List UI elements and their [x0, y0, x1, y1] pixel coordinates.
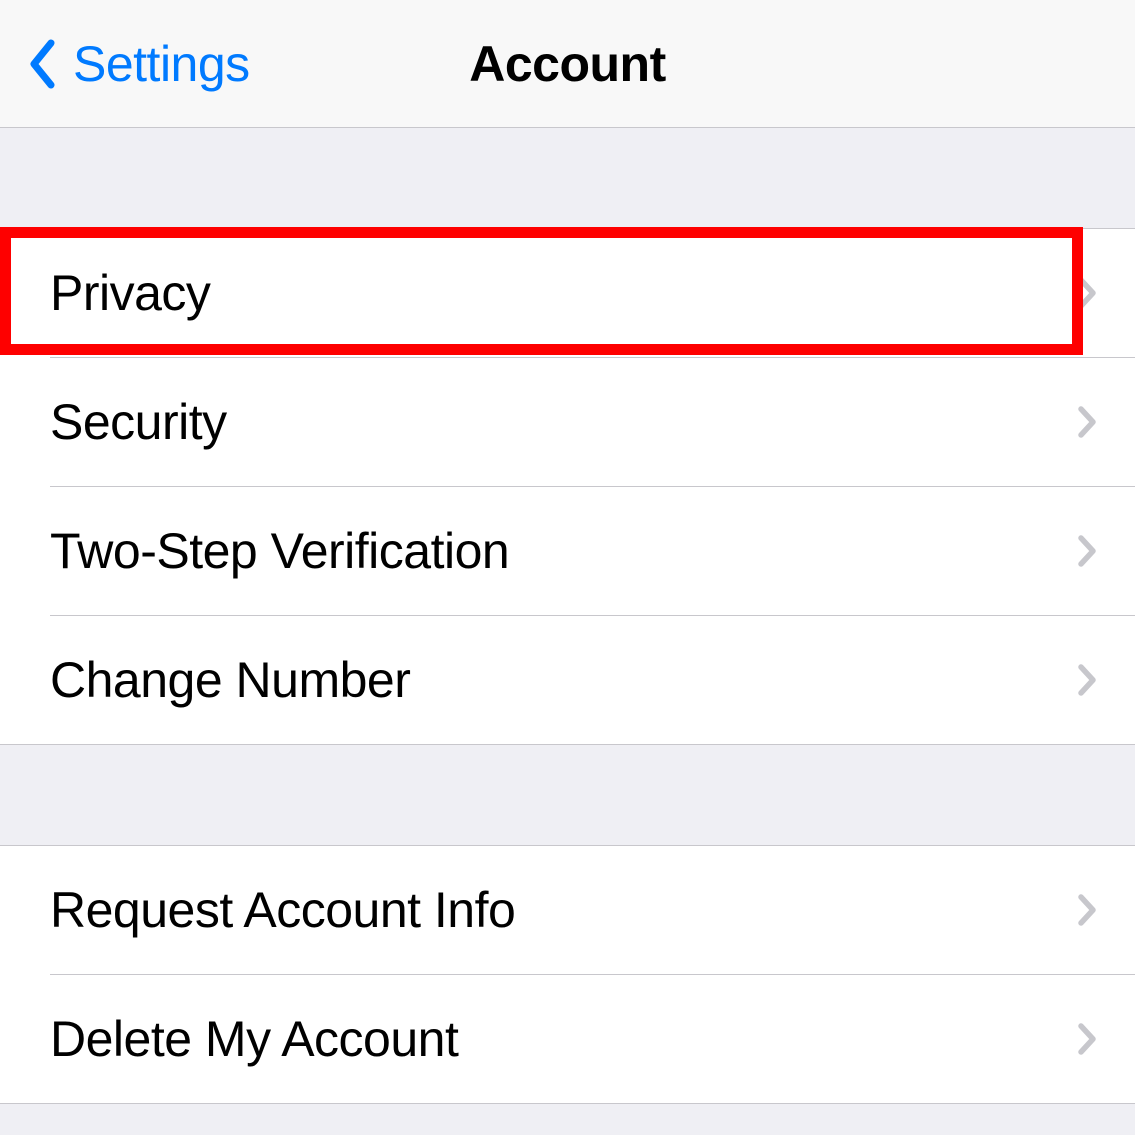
- navigation-header: Settings Account: [0, 0, 1135, 128]
- row-label: Security: [50, 393, 227, 451]
- row-label: Change Number: [50, 651, 410, 709]
- row-label: Delete My Account: [50, 1010, 458, 1068]
- chevron-right-icon: [1077, 1022, 1097, 1056]
- chevron-right-icon: [1077, 534, 1097, 568]
- row-label: Two-Step Verification: [50, 522, 509, 580]
- chevron-right-icon: [1077, 893, 1097, 927]
- chevron-left-icon: [28, 39, 55, 89]
- row-delete-my-account[interactable]: Delete My Account: [0, 975, 1135, 1103]
- row-label: Request Account Info: [50, 881, 515, 939]
- settings-group-2: Request Account Info Delete My Account: [0, 845, 1135, 1104]
- section-spacer: [0, 128, 1135, 228]
- settings-group-1: Privacy Security Two-Step Verification C…: [0, 228, 1135, 745]
- back-label: Settings: [73, 35, 250, 93]
- row-label: Privacy: [50, 264, 210, 322]
- chevron-right-icon: [1077, 663, 1097, 697]
- row-change-number[interactable]: Change Number: [0, 616, 1135, 744]
- chevron-right-icon: [1077, 405, 1097, 439]
- row-request-account-info[interactable]: Request Account Info: [0, 846, 1135, 974]
- row-two-step-verification[interactable]: Two-Step Verification: [0, 487, 1135, 615]
- row-privacy[interactable]: Privacy: [0, 229, 1135, 357]
- back-button[interactable]: Settings: [28, 0, 250, 128]
- chevron-right-icon: [1077, 276, 1097, 310]
- section-spacer: [0, 745, 1135, 845]
- row-security[interactable]: Security: [0, 358, 1135, 486]
